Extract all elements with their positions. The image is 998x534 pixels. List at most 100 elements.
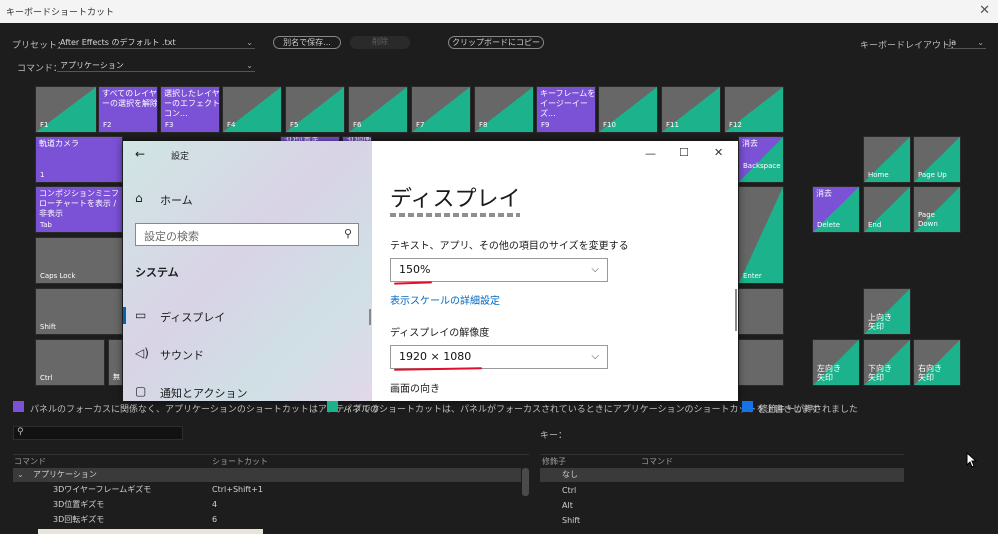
- resolution-dropdown[interactable]: 1920 × 1080 ⌵: [390, 345, 608, 369]
- chevron-down-icon: ⌄: [246, 61, 253, 70]
- keyboard-layout-label: キーボードレイアウト：: [860, 41, 960, 51]
- key-muhenkan[interactable]: 無: [108, 339, 123, 386]
- key-f11[interactable]: F11: [661, 86, 721, 133]
- key-page-up[interactable]: Page Up: [913, 136, 961, 183]
- page-title: ディスプレイ: [390, 187, 521, 212]
- chevron-down-icon[interactable]: ⌄: [17, 468, 24, 482]
- key-label: キー：: [540, 431, 568, 441]
- clipped-text-fragment: [390, 213, 520, 217]
- orientation-label: 画面の向き: [390, 384, 440, 395]
- command-label: コマンド：: [17, 64, 63, 74]
- shortcut-search-input[interactable]: ⚲: [13, 426, 183, 440]
- command-dropdown[interactable]: アプリケーション ⌄: [57, 59, 255, 72]
- settings-search-input[interactable]: 設定の検索 ⚲: [135, 223, 359, 246]
- key-delete[interactable]: 消去 Delete: [812, 186, 860, 233]
- key-f12[interactable]: F12: [724, 86, 784, 133]
- resolution-label: ディスプレイの解像度: [390, 328, 490, 339]
- modifier-row[interactable]: Shift: [540, 514, 904, 528]
- key-ctrl-right[interactable]: [738, 339, 784, 386]
- key-f8[interactable]: F8: [474, 86, 534, 133]
- preset-value: After Effects のデフォルト .txt: [60, 38, 176, 47]
- search-icon: ⚲: [17, 427, 24, 437]
- key-left-arrow[interactable]: 左向き矢印: [812, 339, 860, 386]
- key-f1[interactable]: F1: [35, 86, 97, 133]
- modifier-row-selected[interactable]: なし: [540, 468, 904, 482]
- key-home[interactable]: Home: [863, 136, 911, 183]
- monitor-icon: ▭: [135, 308, 147, 322]
- key-f3[interactable]: 選択したレイヤーのエフェクトコン... F3: [160, 86, 220, 133]
- key-f4[interactable]: F4: [222, 86, 282, 133]
- key-f7[interactable]: F7: [411, 86, 471, 133]
- settings-window: ← 設定 ⌂ ホーム 設定の検索 ⚲ システム ▭ ディスプレイ ◁) サウンド…: [123, 141, 738, 401]
- back-arrow-icon[interactable]: ←: [135, 147, 145, 161]
- dialog-title-bar: キーボードショートカット ✕: [0, 0, 998, 23]
- column-header-command[interactable]: コマンド: [641, 456, 673, 467]
- column-header-command[interactable]: コマンド: [14, 456, 46, 467]
- copy-to-clipboard-button[interactable]: クリップボードにコピー: [448, 36, 544, 49]
- content-scrollbar[interactable]: [735, 289, 737, 331]
- nav-scrollbar[interactable]: [369, 309, 371, 325]
- legend-blue-swatch: [742, 401, 753, 412]
- divider: [540, 454, 904, 455]
- scale-value: 150%: [399, 263, 431, 276]
- maximize-icon[interactable]: ☐: [679, 146, 689, 159]
- close-icon[interactable]: ✕: [979, 3, 990, 18]
- search-icon[interactable]: ⚲: [344, 227, 352, 240]
- speaker-icon: ◁): [135, 346, 149, 360]
- save-as-button[interactable]: 別名で保存...: [273, 36, 341, 49]
- key-down-arrow[interactable]: 下向き矢印: [863, 339, 911, 386]
- key-right-arrow[interactable]: 右向き矢印: [913, 339, 961, 386]
- table-group-row[interactable]: ⌄ アプリケーション: [13, 468, 521, 482]
- key-shift[interactable]: Shift: [35, 288, 123, 335]
- key-capslock[interactable]: Caps Lock: [35, 237, 123, 284]
- key-1[interactable]: 軌道カメラ 1: [35, 136, 123, 183]
- legend-blue-text: 修飾キーが押されました: [759, 405, 859, 415]
- modifier-row[interactable]: Alt: [540, 499, 904, 513]
- advanced-scale-link[interactable]: 表示スケールの詳細設定: [390, 292, 500, 307]
- scale-dropdown[interactable]: 150% ⌵: [390, 258, 608, 282]
- nav-display[interactable]: ディスプレイ: [160, 309, 225, 325]
- settings-title: 設定: [171, 152, 190, 162]
- scale-label: テキスト、アプリ、その他の項目のサイズを変更する: [390, 241, 629, 252]
- key-enter[interactable]: Enter: [738, 186, 784, 284]
- key-f9[interactable]: キーフレームをイージーイーズ... F9: [536, 86, 596, 133]
- key-f5[interactable]: F5: [285, 86, 345, 133]
- nav-notifications[interactable]: 通知とアクション: [160, 385, 247, 401]
- key-tab[interactable]: コンポジションミニフローチャートを表示 / 非表示 Tab: [35, 186, 123, 233]
- keyboard-layout-value: ja: [949, 38, 957, 47]
- column-header-modifier[interactable]: 修飾子: [542, 456, 566, 467]
- delete-preset-button[interactable]: 削除: [350, 36, 410, 49]
- table-row[interactable]: 3D回転ギズモ 6: [13, 513, 521, 527]
- table-row[interactable]: 3Dワイヤーフレームギズモ Ctrl+Shift+1: [13, 483, 521, 497]
- key-page-down[interactable]: Page Down: [913, 186, 961, 233]
- key-ctrl[interactable]: Ctrl: [35, 339, 105, 386]
- notification-icon: ▢: [135, 384, 147, 398]
- nav-home[interactable]: ホーム: [160, 192, 193, 208]
- key-f6[interactable]: F6: [348, 86, 408, 133]
- table-row[interactable]: 3D位置ギズモ 4: [13, 498, 521, 512]
- key-f10[interactable]: F10: [598, 86, 658, 133]
- red-underline-annotation: [393, 281, 433, 285]
- partial-image-strip: [38, 529, 263, 534]
- preset-dropdown[interactable]: After Effects のデフォルト .txt ⌄: [57, 36, 255, 49]
- command-table-scrollbar[interactable]: [522, 468, 529, 496]
- dialog-title: キーボードショートカット: [6, 8, 115, 18]
- chevron-down-icon: ⌄: [977, 38, 984, 47]
- close-icon[interactable]: ✕: [714, 146, 723, 159]
- settings-nav-pane: ← 設定 ⌂ ホーム 設定の検索 ⚲ システム ▭ ディスプレイ ◁) サウンド…: [123, 141, 372, 401]
- key-shift-right[interactable]: [738, 288, 784, 335]
- key-f2[interactable]: すべてのレイヤーの選択を解除 F2: [98, 86, 158, 133]
- section-heading: システム: [135, 266, 179, 279]
- chevron-down-icon: ⌵: [591, 351, 599, 362]
- legend-purple-swatch: [13, 401, 24, 412]
- keyboard-layout-dropdown[interactable]: ja ⌄: [946, 36, 986, 49]
- key-end[interactable]: End: [863, 186, 911, 233]
- nav-selected-indicator: [123, 307, 126, 324]
- key-backspace[interactable]: 消去 Backspace: [738, 136, 784, 183]
- column-header-shortcut[interactable]: ショートカット: [212, 456, 268, 467]
- modifier-row[interactable]: Ctrl: [540, 484, 904, 498]
- key-up-arrow[interactable]: 上向き矢印: [863, 288, 911, 335]
- nav-sound[interactable]: サウンド: [160, 347, 204, 363]
- legend-green-swatch: [327, 401, 338, 412]
- minimize-icon[interactable]: —: [645, 147, 656, 160]
